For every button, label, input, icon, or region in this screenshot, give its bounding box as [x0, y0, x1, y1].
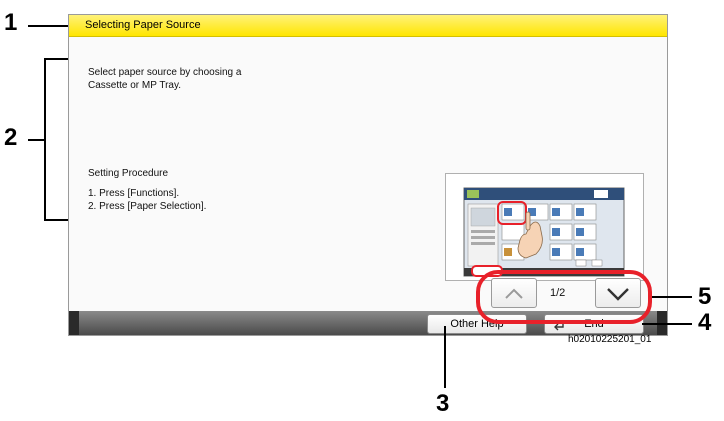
screen-illustration	[445, 173, 644, 281]
procedure-heading: Setting Procedure	[88, 168, 169, 179]
bottom-bar-left-cap	[69, 311, 79, 335]
leader-line-5	[652, 296, 692, 298]
leader-line-1	[28, 25, 70, 27]
description-line-1: Select paper source by choosing a	[88, 67, 242, 78]
screen-illustration-svg	[463, 187, 625, 277]
description-line-2: Cassette or MP Tray.	[88, 80, 181, 91]
bracket-2-vertical	[44, 58, 46, 221]
callout-4: 4	[698, 309, 712, 336]
title-bar: Selecting Paper Source	[69, 15, 667, 37]
callout-3: 3	[436, 390, 450, 417]
pager-highlight	[476, 270, 652, 324]
help-title: Selecting Paper Source	[85, 19, 201, 31]
figure-id: h02010225201_01	[568, 334, 652, 345]
bracket-2-stem	[28, 139, 44, 141]
leader-line-3	[444, 326, 446, 388]
callout-5: 5	[698, 283, 712, 310]
callout-2: 2	[4, 124, 18, 151]
procedure-step-1: 1. Press [Functions].	[88, 188, 180, 199]
callout-1: 1	[4, 9, 18, 36]
procedure-step-2: 2. Press [Paper Selection].	[88, 201, 207, 212]
leader-line-4	[642, 323, 692, 325]
